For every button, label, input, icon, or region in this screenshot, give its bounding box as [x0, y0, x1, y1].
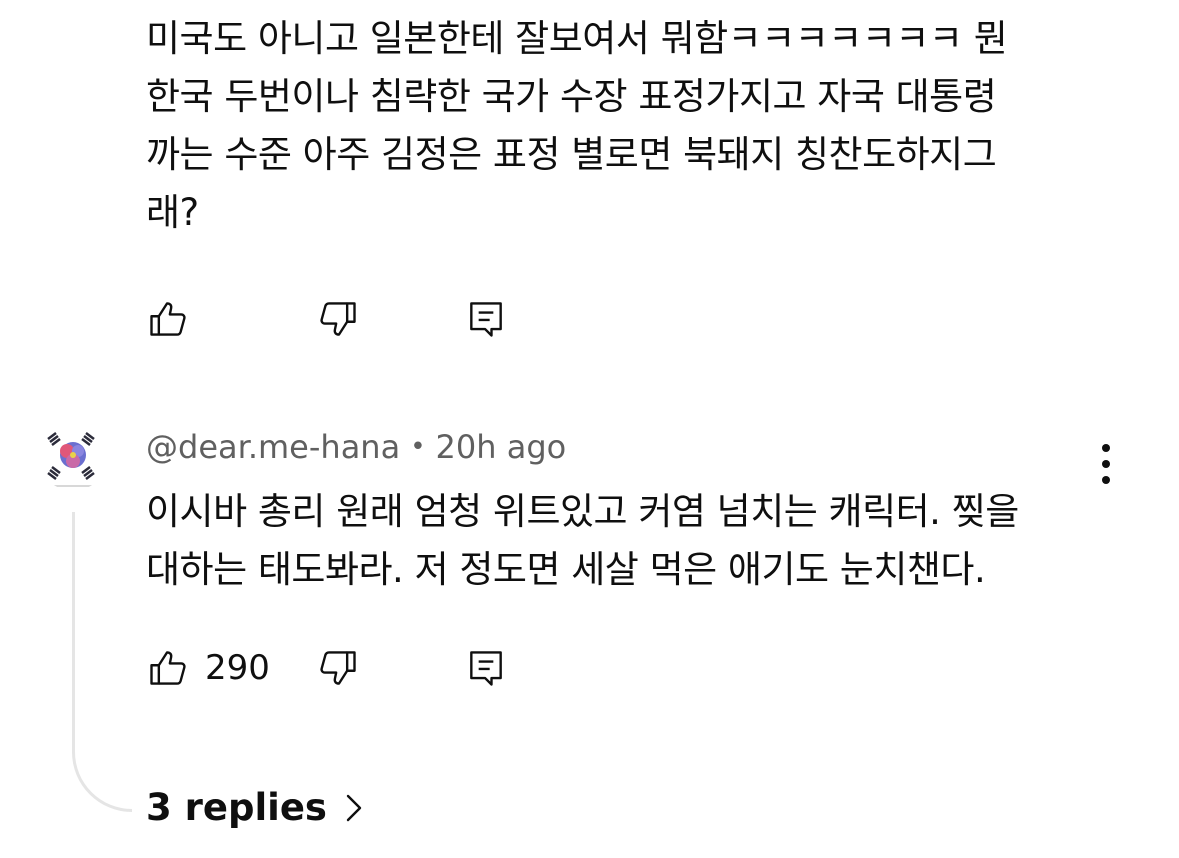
- more-dot-icon: [1102, 476, 1110, 484]
- thumbs-up-icon: [150, 651, 186, 685]
- reply-thread-line: [72, 512, 132, 812]
- comment2-author[interactable]: @dear.me-hana: [146, 428, 400, 466]
- comment2-timestamp[interactable]: 20h ago: [436, 428, 567, 466]
- meta-separator: •: [410, 432, 426, 462]
- comment2-like-count: 290: [205, 648, 270, 688]
- thumbs-down-icon: [320, 651, 356, 685]
- comment1-body: 미국도 아니고 일본한테 잘보여서 뭐함ㅋㅋㅋㅋㅋㅋㅋ 뭔 한국 두번이나 침략…: [146, 10, 1008, 242]
- comment1-reply-button[interactable]: [460, 293, 512, 345]
- thumbs-down-icon: [320, 302, 356, 336]
- replies-label: 3 replies: [146, 786, 327, 829]
- view-replies-button[interactable]: 3 replies: [146, 786, 365, 829]
- comment1-line-4: 래?: [146, 191, 199, 234]
- comment-reply-icon: [470, 302, 502, 337]
- comment1-dislike-button[interactable]: [312, 293, 364, 345]
- comment1-line-3: 까는 수준 아주 김정은 표정 별로면 북돼지 칭찬도하지그: [146, 133, 997, 176]
- avatar[interactable]: [40, 425, 106, 491]
- comment1-line-2: 한국 두번이나 침략한 국가 수장 표정가지고 자국 대통령: [146, 75, 997, 118]
- comment1-like-button[interactable]: [142, 293, 194, 345]
- more-dot-icon: [1102, 460, 1110, 468]
- comment1-line-1: 미국도 아니고 일본한테 잘보여서 뭐함ㅋㅋㅋㅋㅋㅋㅋ 뭔: [146, 17, 1008, 60]
- comment2-meta: @dear.me-hana • 20h ago: [146, 428, 566, 466]
- comment2-line-2: 대하는 태도봐라. 저 정도면 세살 먹은 애기도 눈치챈다.: [146, 548, 986, 591]
- comment1-more-button[interactable]: [1086, 0, 1126, 4]
- more-dot-icon: [1102, 444, 1110, 452]
- comment2-body: 이시바 총리 원래 엄청 위트있고 커염 넘치는 캐릭터. 찢을 대하는 태도봐…: [146, 483, 1019, 599]
- comment2-like-button[interactable]: [142, 642, 194, 694]
- avatar-flag-icon: [40, 425, 106, 491]
- comment-reply-icon: [470, 651, 502, 686]
- comment2-line-1: 이시바 총리 원래 엄청 위트있고 커염 넘치는 캐릭터. 찢을: [146, 490, 1019, 533]
- comment2-reply-button[interactable]: [460, 642, 512, 694]
- comment2-dislike-button[interactable]: [312, 642, 364, 694]
- comment2-more-button[interactable]: [1086, 440, 1126, 488]
- thumbs-up-icon: [150, 302, 186, 336]
- chevron-right-icon: [346, 794, 362, 821]
